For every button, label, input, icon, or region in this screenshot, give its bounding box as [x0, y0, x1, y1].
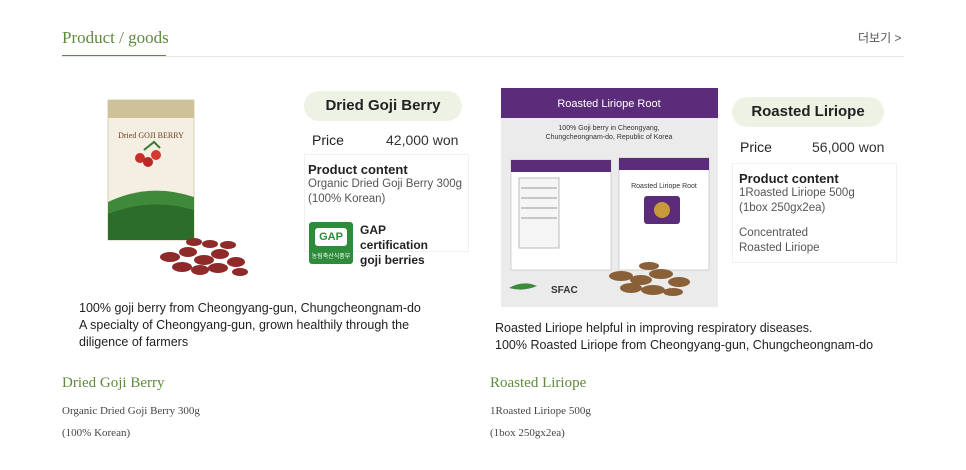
- goji-name-link[interactable]: Dried Goji Berry: [62, 375, 164, 392]
- liriope-desc-line-1: 1Roasted Liriope 500g: [490, 405, 591, 417]
- liriope-content-line-2: (1box 250gx2ea): [739, 202, 826, 214]
- liriope-price-value: 56,000 won: [812, 139, 885, 155]
- liriope-photo-sub-2: Chungcheongnam-do, Republic of Korea: [546, 134, 673, 141]
- liriope-title-pill: Roasted Liriope: [732, 97, 884, 127]
- goji-content-line-1: Organic Dried Goji Berry 300g: [308, 178, 463, 190]
- gap-line-1: GAP: [360, 223, 387, 237]
- goji-desc-line-1: Organic Dried Goji Berry 300g: [62, 405, 200, 417]
- section-divider: [62, 56, 904, 57]
- goji-content-title: Product content: [308, 162, 408, 177]
- liriope-caption-line-2: 100% Roasted Liriope from Cheongyang-gun…: [495, 338, 874, 352]
- goji-desc-line-2: (100% Korean): [62, 427, 131, 439]
- liriope-caption: Roasted Liriope helpful in improving res…: [495, 320, 873, 354]
- liriope-box-label: Roasted Liriope Root: [631, 183, 697, 190]
- goji-price-label: Price: [312, 132, 344, 148]
- liriope-photo-header: Roasted Liriope Root: [557, 98, 660, 110]
- liriope-content-line-3: [739, 216, 890, 226]
- liriope-photo-sub-1: 100% Goji berry in Cheongyang,: [558, 125, 659, 132]
- liriope-price-label: Price: [740, 139, 772, 155]
- liriope-content-line-5: Roasted Liriope: [739, 242, 820, 254]
- gap-badge-text: GAP: [315, 228, 347, 246]
- goji-caption-line-3: diligence of farmers: [79, 335, 189, 349]
- gap-line-2: certification: [360, 238, 429, 252]
- more-link[interactable]: 더보기 >: [858, 29, 901, 46]
- goji-caption: 100% goji berry from Cheongyang-gun, Chu…: [79, 300, 421, 351]
- gap-text: GAP certification goji berries: [360, 223, 428, 268]
- goji-caption-line-1: 100% goji berry from Cheongyang-gun, Chu…: [79, 301, 421, 315]
- section-title: Product / goods: [62, 28, 169, 47]
- gap-certification-icon: GAP 농림축산식품부: [309, 222, 353, 264]
- goji-price-value: 42,000 won: [386, 132, 459, 148]
- sfac-logo: SFAC: [551, 285, 578, 296]
- liriope-photo-graphic: Roasted Liriope Root 100% Goji berry in …: [501, 88, 718, 307]
- goji-content-line-2: (100% Korean): [308, 193, 386, 205]
- gap-line-3: goji berries: [360, 253, 425, 267]
- goji-title-pill: Dried Goji Berry: [304, 91, 462, 121]
- goji-package-title: Dried GOJI BERRY: [118, 131, 184, 140]
- liriope-content-line-1: 1Roasted Liriope 500g: [739, 187, 855, 199]
- liriope-desc-line-2: (1box 250gx2ea): [490, 427, 565, 439]
- liriope-caption-line-1: Roasted Liriope helpful in improving res…: [495, 321, 813, 335]
- goji-product-image: Dried GOJI BERRY: [107, 99, 248, 276]
- liriope-content-box: Product content 1Roasted Liriope 500g (1…: [732, 163, 897, 263]
- goji-caption-line-2: A specialty of Cheongyang-gun, grown hea…: [79, 318, 410, 332]
- liriope-name-link[interactable]: Roasted Liriope: [490, 375, 586, 392]
- liriope-product-photo: Roasted Liriope Root 100% Goji berry in …: [501, 88, 718, 307]
- liriope-content-title: Product content: [739, 171, 839, 186]
- liriope-content-line-4: Concentrated: [739, 227, 809, 239]
